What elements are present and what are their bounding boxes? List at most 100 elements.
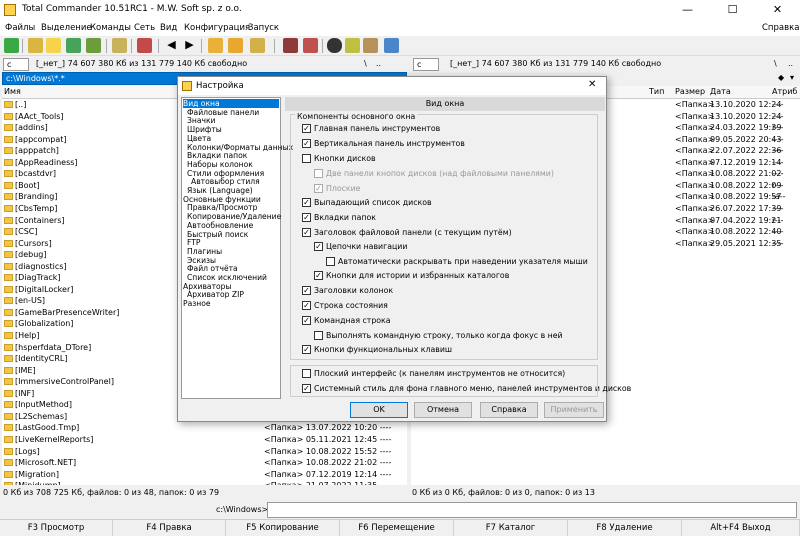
detailed-view-icon[interactable]: [46, 38, 61, 53]
brief-view-icon[interactable]: [28, 38, 43, 53]
tree-item[interactable]: Автовыбор стиля: [191, 177, 260, 186]
tree-item[interactable]: Стили оформления: [187, 169, 264, 178]
table-row[interactable]: [Microsoft.NET] <Папка> 10.08.2022 21:02 …: [2, 457, 407, 469]
f3-view-button[interactable]: F3 Просмотр: [0, 520, 113, 536]
refresh-icon[interactable]: [4, 38, 19, 53]
f6-move-button[interactable]: F6 Перемещение: [340, 520, 454, 536]
tree-item[interactable]: FTP: [187, 238, 200, 247]
sync-dirs-icon[interactable]: [363, 38, 378, 53]
tree-item[interactable]: Вкладки папок: [187, 151, 247, 160]
option-checkbox[interactable]: ✓ Командная строка: [302, 315, 391, 326]
menu-selection[interactable]: Выделение: [41, 23, 92, 33]
right-up-button[interactable]: ..: [788, 59, 793, 68]
tree-item[interactable]: Копирование/Удаление: [187, 212, 281, 221]
apply-button[interactable]: Применить: [544, 402, 604, 418]
tree-item[interactable]: Вид окна: [183, 99, 279, 108]
menu-help[interactable]: Справка: [762, 23, 799, 33]
thumbnails-icon[interactable]: [66, 38, 81, 53]
settings-tree[interactable]: Вид окна Файловые панели Значки Шрифты Цвета…: [181, 97, 293, 399]
col-type-header[interactable]: Тип: [649, 87, 664, 96]
option-checkbox[interactable]: ✓ Выпадающий список дисков: [302, 197, 432, 208]
rename-icon[interactable]: [345, 38, 360, 53]
select-group-icon[interactable]: [137, 38, 152, 53]
option-checkbox[interactable]: ✓ Главная панель инструментов: [302, 123, 440, 134]
minimize-button[interactable]: —: [665, 0, 710, 20]
search-binoculars-icon[interactable]: [327, 38, 342, 53]
col-size-header[interactable]: Размер: [675, 87, 705, 96]
ftp-icon[interactable]: [283, 38, 298, 53]
option-checkbox[interactable]: Автоматически раскрывать при наведении у…: [326, 256, 588, 267]
menu-network[interactable]: Сеть: [134, 23, 155, 33]
tree-item[interactable]: Список исключений: [187, 273, 267, 282]
menu-files[interactable]: Файлы: [5, 23, 35, 33]
tree-item[interactable]: Значки: [187, 116, 216, 125]
col-attr-header[interactable]: Атриб: [772, 87, 797, 96]
table-row[interactable]: [Logs] <Папка> 10.08.2022 15:52 ----: [2, 446, 407, 458]
tree-item[interactable]: Быстрый поиск: [187, 230, 248, 239]
table-row[interactable]: [Minidump] <Папка> 21.07.2022 11:35 ----: [2, 480, 407, 485]
left-root-button[interactable]: \: [364, 59, 367, 68]
option-checkbox[interactable]: ✓ Строка состояния: [302, 300, 388, 311]
alt-f4-exit-button[interactable]: Alt+F4 Выход: [682, 520, 800, 536]
option-checkbox[interactable]: Две панели кнопок дисков (над файловыми …: [314, 168, 554, 179]
tree-item[interactable]: Шрифты: [187, 125, 222, 134]
f4-edit-button[interactable]: F4 Правка: [113, 520, 226, 536]
option-checkbox[interactable]: ✓ Плоские: [314, 183, 360, 194]
right-drive-select[interactable]: c: [413, 58, 439, 71]
tree-item[interactable]: Колонки/Форматы данных: [187, 143, 293, 152]
command-line-input[interactable]: [267, 502, 797, 518]
right-history-button[interactable]: ◆: [778, 73, 784, 82]
tree-item[interactable]: Правка/Просмотр: [187, 203, 257, 212]
tree-item[interactable]: Эскизы: [187, 256, 216, 265]
option-checkbox[interactable]: ✓ Вкладки папок: [302, 212, 376, 223]
menu-commands[interactable]: Команды: [90, 23, 131, 33]
tree-item[interactable]: Файл отчёта: [187, 264, 238, 273]
ftp-new-connection-icon[interactable]: [303, 38, 318, 53]
col-date-header[interactable]: Дата: [710, 87, 731, 96]
right-root-button[interactable]: \: [774, 59, 777, 68]
menu-configuration[interactable]: Конфигурация: [184, 23, 250, 33]
close-button[interactable]: ✕: [755, 0, 800, 20]
f5-copy-button[interactable]: F5 Копирование: [226, 520, 340, 536]
tree-item[interactable]: Наборы колонок: [187, 160, 253, 169]
menu-launch[interactable]: Запуск: [248, 23, 279, 33]
dialog-close-button[interactable]: ✕: [588, 79, 596, 90]
option-checkbox[interactable]: Кнопки дисков: [302, 153, 376, 164]
left-up-button[interactable]: ..: [376, 59, 381, 68]
notepad-icon[interactable]: [384, 38, 399, 53]
tree-icon[interactable]: [86, 38, 101, 53]
tree-item[interactable]: Язык (Language): [187, 186, 253, 195]
option-checkbox[interactable]: ✓ Заголовки колонок: [302, 285, 393, 296]
tree-item[interactable]: Архиваторы: [183, 282, 231, 291]
option-checkbox[interactable]: ✓ Цепочки навигации: [314, 241, 407, 252]
tree-item[interactable]: Файловые панели: [187, 108, 259, 117]
cancel-button[interactable]: Отмена: [414, 402, 472, 418]
table-row[interactable]: [LiveKernelReports] <Папка> 05.11.2021 12…: [2, 434, 407, 446]
f7-mkdir-button[interactable]: F7 Каталог: [454, 520, 568, 536]
option-checkbox[interactable]: ✓ Вертикальная панель инструментов: [302, 138, 465, 149]
table-row[interactable]: [LastGood.Tmp] <Папка> 13.07.2022 10:20 -…: [2, 422, 407, 434]
tree-item[interactable]: Автообновление: [187, 221, 253, 230]
option-checkbox[interactable]: ✓ Заголовок файловой панели (с текущим пу…: [302, 227, 512, 238]
option-checkbox[interactable]: Выполнять командную строку, только когда…: [314, 330, 563, 341]
table-row[interactable]: [Migration] <Папка> 07.12.2019 12:14 ----: [2, 469, 407, 481]
ok-button[interactable]: OK: [350, 402, 408, 418]
tree-item[interactable]: Плагины: [187, 247, 222, 256]
option-checkbox[interactable]: ✓ Кнопки для истории и избранных каталого…: [314, 270, 509, 281]
col-name-header[interactable]: Имя: [4, 87, 21, 96]
right-favorites-button[interactable]: ▾: [790, 73, 794, 82]
f8-delete-button[interactable]: F8 Удаление: [568, 520, 682, 536]
forward-arrow-icon[interactable]: ▶: [182, 38, 197, 53]
tree-item[interactable]: Основные функции: [183, 195, 261, 204]
zip-icon[interactable]: [250, 38, 265, 53]
left-drive-select[interactable]: c: [3, 58, 29, 71]
tree-item[interactable]: Разное: [183, 299, 211, 308]
help-button[interactable]: Справка: [480, 402, 538, 418]
pack-icon[interactable]: [208, 38, 223, 53]
maximize-button[interactable]: ☐: [710, 0, 755, 20]
tree-item[interactable]: Архиватор ZIP: [187, 290, 244, 299]
back-arrow-icon[interactable]: ◀: [164, 38, 179, 53]
tree-item[interactable]: Цвета: [187, 134, 211, 143]
menu-view[interactable]: Вид: [160, 23, 177, 33]
unpack-icon[interactable]: [228, 38, 243, 53]
